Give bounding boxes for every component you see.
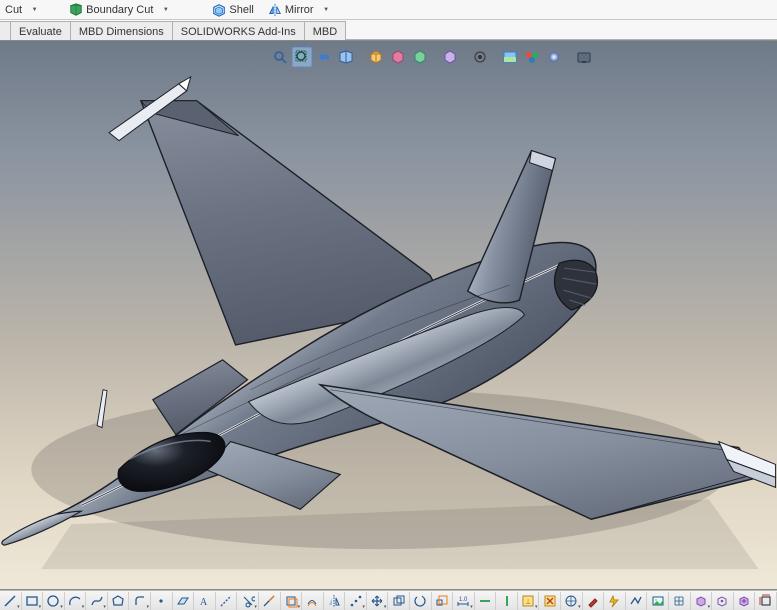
- move-entities-button[interactable]: ▾: [367, 592, 389, 610]
- trim-tool-button[interactable]: ▾: [237, 592, 259, 610]
- grid-snap-button[interactable]: [669, 592, 691, 610]
- construction-geom-button[interactable]: [216, 592, 238, 610]
- quick-snaps-button[interactable]: ▾: [561, 592, 583, 610]
- mirror-entities-button[interactable]: [324, 592, 346, 610]
- boundary-cut-label: Boundary Cut: [86, 4, 153, 16]
- spline-tool-button[interactable]: ▾: [86, 592, 108, 610]
- display-delete-relations-button[interactable]: [539, 592, 561, 610]
- shell-label: Shell: [229, 4, 253, 16]
- ribbon-row: Cut ▼ Boundary Cut ▼ Shell: [0, 0, 777, 20]
- tab-evaluate[interactable]: Evaluate: [10, 21, 71, 40]
- dropdown-caret-icon[interactable]: ▼: [162, 6, 169, 13]
- rotate-entities-button[interactable]: [410, 592, 432, 610]
- rectangle-tool-button[interactable]: ▾: [22, 592, 44, 610]
- smart-dimension-button[interactable]: 1.0▾: [453, 592, 475, 610]
- boundary-cut-icon: [69, 3, 83, 17]
- add-to-block-button[interactable]: [734, 592, 756, 610]
- boundary-cut-button[interactable]: Boundary Cut: [64, 1, 158, 19]
- vertical-relation-button[interactable]: [496, 592, 518, 610]
- sketch-picture-button[interactable]: [647, 592, 669, 610]
- scale-entities-button[interactable]: [432, 592, 454, 610]
- tab-label: Evaluate: [19, 26, 62, 38]
- svg-text:⊥: ⊥: [525, 599, 531, 606]
- add-relation-button[interactable]: ⊥▾: [518, 592, 540, 610]
- line-tool-button[interactable]: ▾: [0, 592, 22, 610]
- copy-entities-button[interactable]: [388, 592, 410, 610]
- mirror-label: Mirror: [285, 4, 314, 16]
- tab-mbd-dimensions[interactable]: MBD Dimensions: [70, 21, 173, 40]
- point-tool-button[interactable]: [151, 592, 173, 610]
- svg-text:A: A: [200, 597, 208, 608]
- sketch-toolbar: ▾ ▾ ▾ ▾ ▾ ▾ A ▾ ▾ ▾ ▾ 1.0▾ ⊥▾ ▾ ▾: [0, 590, 777, 610]
- tab-label: SOLIDWORKS Add-Ins: [181, 26, 296, 38]
- horizontal-relation-button[interactable]: [475, 592, 497, 610]
- dropdown-caret-icon[interactable]: ▼: [323, 6, 330, 13]
- svg-text:1.0: 1.0: [459, 597, 468, 603]
- cut-label: Cut: [5, 4, 22, 16]
- arc-tool-button[interactable]: ▾: [65, 592, 87, 610]
- tab-label: MBD Dimensions: [79, 26, 164, 38]
- rapid-sketch-button[interactable]: [604, 592, 626, 610]
- polygon-tool-button[interactable]: [108, 592, 130, 610]
- linear-pattern-button[interactable]: ▾: [345, 592, 367, 610]
- plane-tool-button[interactable]: [173, 592, 195, 610]
- dropdown-caret-icon[interactable]: ▼: [31, 6, 38, 13]
- offset-entities-button[interactable]: [302, 592, 324, 610]
- command-manager-tabstrip: Evaluate MBD Dimensions SOLIDWORKS Add-I…: [0, 20, 777, 40]
- model-render: [0, 41, 777, 589]
- extend-tool-button[interactable]: [259, 592, 281, 610]
- edit-block-button[interactable]: [712, 592, 734, 610]
- convert-entities-button[interactable]: ▾: [281, 592, 303, 610]
- repair-sketch-button[interactable]: [583, 592, 605, 610]
- tab-mbd[interactable]: MBD: [304, 21, 346, 40]
- graphics-viewport[interactable]: [0, 40, 777, 590]
- shell-button[interactable]: Shell: [207, 1, 258, 19]
- fillet-tool-button[interactable]: ▾: [129, 592, 151, 610]
- cut-button-partial[interactable]: Cut: [4, 1, 27, 19]
- shell-icon: [212, 3, 226, 17]
- text-tool-button[interactable]: A: [194, 592, 216, 610]
- select-chain-button[interactable]: [626, 592, 648, 610]
- make-block-button[interactable]: ▾: [691, 592, 713, 610]
- circle-tool-button[interactable]: ▾: [43, 592, 65, 610]
- mirror-icon: [268, 3, 282, 17]
- mirror-button[interactable]: Mirror: [263, 1, 319, 19]
- tab-label: MBD: [313, 26, 337, 38]
- fully-define-button[interactable]: [755, 592, 777, 610]
- tab-solidworks-addins[interactable]: SOLIDWORKS Add-Ins: [172, 21, 305, 40]
